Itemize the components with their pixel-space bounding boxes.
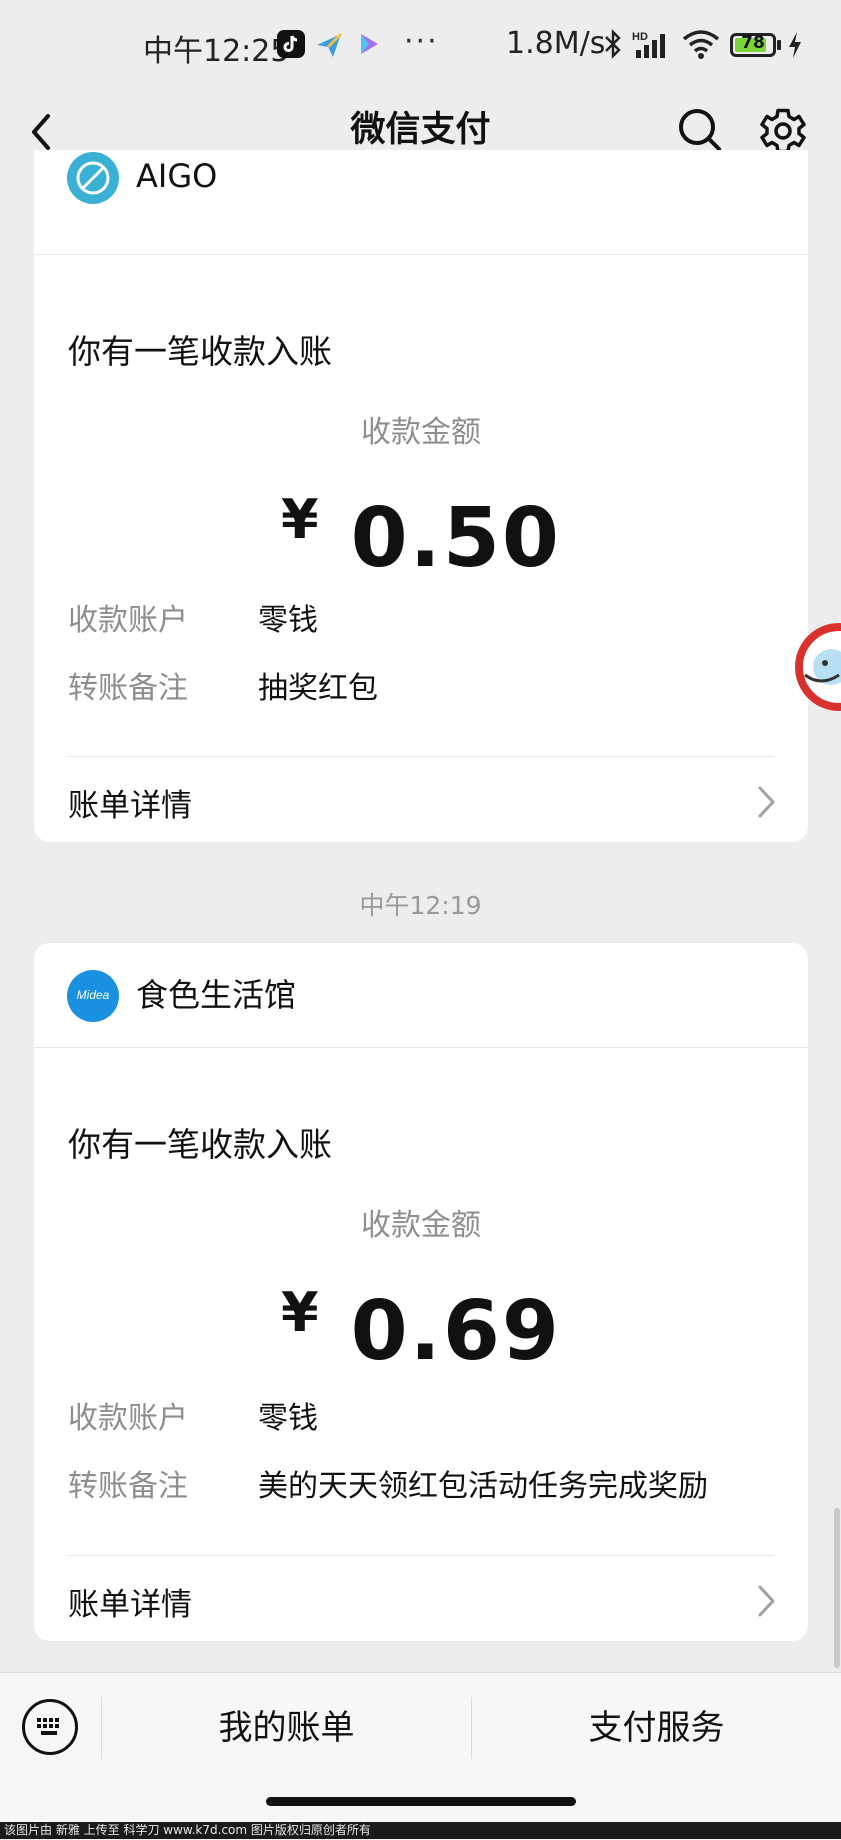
scrollbar[interactable] <box>834 1508 840 1668</box>
more-notifications-icon: ··· <box>404 24 439 59</box>
signal-hd-label: HD <box>632 31 648 43</box>
midea-logo-text: Midea <box>77 988 110 1002</box>
divider <box>68 1555 774 1556</box>
network-speed: 1.8M/s <box>506 26 606 61</box>
account-label: 收款账户 <box>68 1401 188 1436</box>
watermark-bar: 该图片由 新雅 上传至 科学刀 www.k7d.com 图片版权归原创者所有 <box>0 1822 841 1839</box>
bluetooth-icon <box>603 28 623 64</box>
chevron-right-icon[interactable] <box>756 784 778 820</box>
floating-redpacket-icon[interactable] <box>791 617 841 717</box>
bill-detail-link[interactable]: 账单详情 <box>68 780 192 825</box>
account-value: 零钱 <box>258 1401 318 1436</box>
wifi-icon <box>682 28 720 64</box>
battery-icon: 78 <box>730 33 776 57</box>
douyin-app-icon <box>277 30 305 58</box>
merchant-name: 食色生活馆 <box>136 976 297 1014</box>
divider <box>68 756 774 757</box>
amount-number: 0.69 <box>350 1284 561 1379</box>
midea-logo-icon: Midea <box>67 970 119 1022</box>
keyboard-toggle-button[interactable] <box>22 1699 78 1755</box>
amount-number: 0.50 <box>350 491 561 586</box>
notice-title: 你有一笔收款入账 <box>68 1125 332 1164</box>
remark-value: 抽奖红包 <box>258 671 378 706</box>
remark-label: 转账备注 <box>68 671 188 706</box>
paper-plane-app-icon <box>314 30 343 58</box>
status-time: 中午12:25 <box>143 34 290 69</box>
amount-label: 收款金额 <box>361 1208 481 1243</box>
merchant-header[interactable]: AIGO <box>34 150 808 255</box>
notice-title: 你有一笔收款入账 <box>68 332 332 371</box>
home-indicator[interactable] <box>266 1797 576 1806</box>
battery-level: 78 <box>741 33 765 53</box>
charging-bolt-icon <box>788 32 802 62</box>
amount-label: 收款金额 <box>361 415 481 450</box>
payment-notification-card[interactable]: Midea 食色生活馆 你有一笔收款入账 收款金额 ¥0.69 收款账户 零钱 … <box>34 943 808 1641</box>
bottom-menu-bar: 我的账单 支付服务 <box>0 1672 841 1840</box>
keyboard-icon <box>37 1718 59 1735</box>
pay-service-button[interactable]: 支付服务 <box>472 1693 841 1763</box>
bill-detail-link[interactable]: 账单详情 <box>68 1579 192 1624</box>
remark-label: 转账备注 <box>68 1469 188 1504</box>
merchant-header[interactable]: Midea 食色生活馆 <box>34 943 808 1048</box>
amount-value: ¥0.50 <box>34 488 808 586</box>
battery-tip <box>777 40 781 50</box>
aigo-logo-icon <box>67 152 119 204</box>
my-bill-button[interactable]: 我的账单 <box>102 1693 471 1763</box>
amount-value: ¥0.69 <box>34 1281 808 1379</box>
message-timestamp: 中午12:19 <box>359 891 482 920</box>
currency-symbol: ¥ <box>281 1281 321 1344</box>
payment-notification-card[interactable]: AIGO 你有一笔收款入账 收款金额 ¥0.50 收款账户 零钱 转账备注 抽奖… <box>34 150 808 842</box>
account-value: 零钱 <box>258 603 318 638</box>
merchant-name: AIGO <box>136 157 218 195</box>
cellular-signal-icon: HD <box>632 28 676 66</box>
currency-symbol: ¥ <box>281 488 321 551</box>
watermark-text: 该图片由 新雅 上传至 科学刀 www.k7d.com 图片版权归原创者所有 <box>4 1823 371 1837</box>
status-bar: 中午12:25 ··· 1.8M/s HD 78 <box>0 0 841 92</box>
remark-value: 美的天天领红包活动任务完成奖励 <box>258 1469 708 1504</box>
account-label: 收款账户 <box>68 603 188 638</box>
video-player-app-icon <box>354 30 382 58</box>
chevron-right-icon[interactable] <box>756 1583 778 1619</box>
